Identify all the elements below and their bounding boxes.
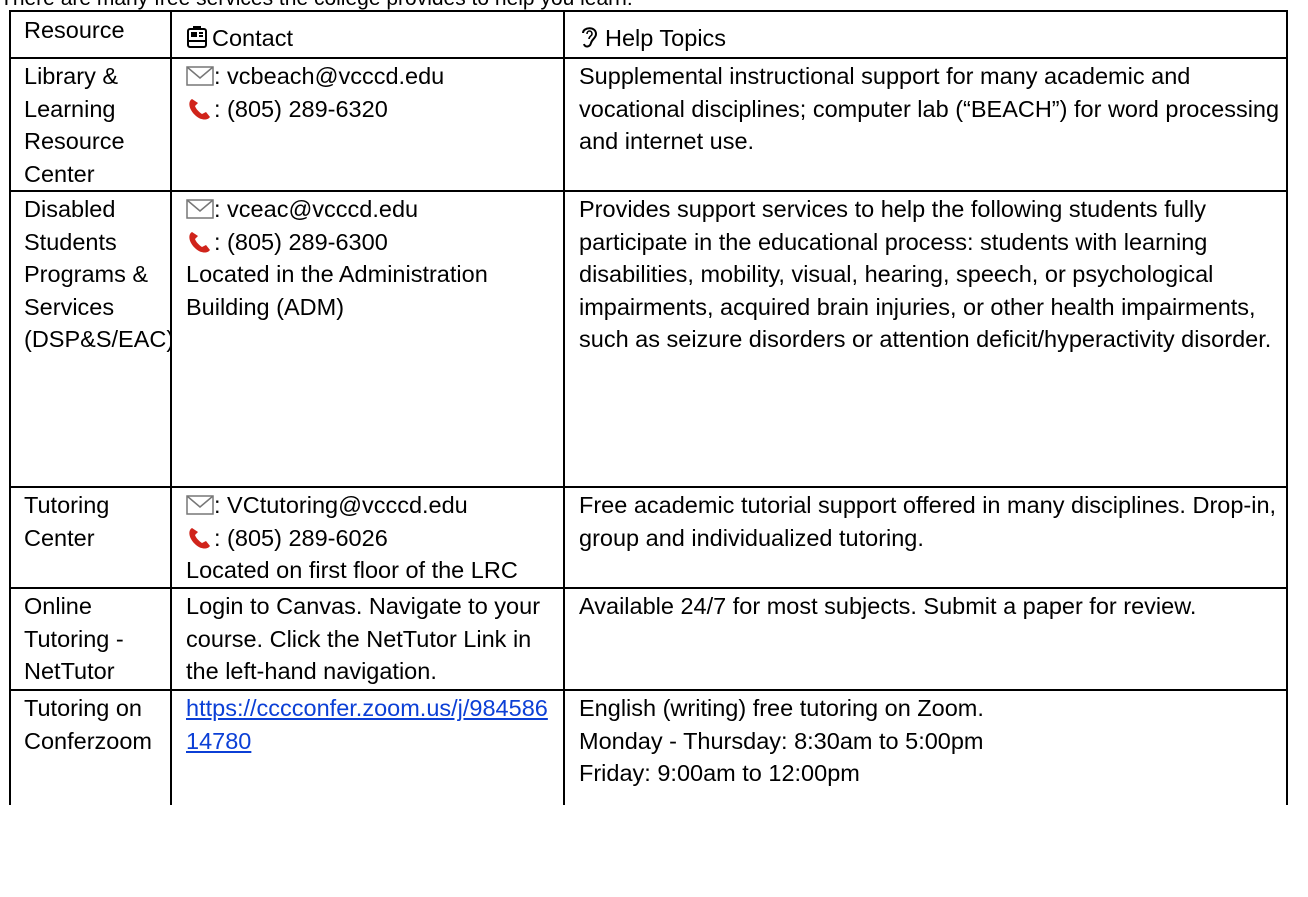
contact-cell: : vceac@vcccd.edu : (805) 289-6300 Locat…	[170, 190, 565, 488]
help-cell: English (writing) free tutoring on Zoom.…	[563, 689, 1288, 805]
resource-cell: Disabled Students Programs & Services (D…	[9, 190, 172, 488]
location-text: Located on first floor of the LRC	[186, 557, 518, 583]
contact-card-icon	[187, 26, 207, 48]
email-line: : VCtutoring@vcccd.edu	[186, 489, 559, 522]
contact-cell: Login to Canvas. Navigate to your course…	[170, 587, 565, 691]
help-line: Friday: 9:00am to 12:00pm	[579, 760, 860, 786]
phone-line: : (805) 289-6026	[186, 522, 559, 555]
phone-icon	[189, 231, 210, 252]
contact-cell: : vcbeach@vcccd.edu : (805) 289-6320	[170, 57, 565, 192]
help-line: Monday - Thursday: 8:30am to 5:00pm	[579, 727, 984, 754]
help-line: English (writing) free tutoring on Zoom.	[579, 695, 984, 721]
envelope-icon	[186, 199, 214, 219]
resources-table: Resource Contact Help Topics Library & L…	[9, 10, 1288, 805]
phone-line: : (805) 289-6320	[186, 93, 559, 126]
email-line: : vcbeach@vcccd.edu	[186, 60, 559, 93]
phone-line: : (805) 289-6300	[186, 226, 559, 259]
help-cell: Available 24/7 for most subjects. Submit…	[563, 587, 1288, 691]
resource-cell: Tutoring Center	[9, 486, 172, 589]
header-contact: Contact	[170, 10, 565, 59]
table-row: Tutoring Center : VCtutoring@vcccd.edu :…	[9, 486, 1288, 589]
contact-cell: https://cccconfer.zoom.us/j/98458614780	[170, 689, 565, 805]
resource-cell: Online Tutoring - NetTutor	[9, 587, 172, 691]
phone-icon	[189, 527, 210, 548]
table-row: Library & Learning Resource Center : vcb…	[9, 57, 1288, 192]
phone-icon	[189, 98, 210, 119]
help-cell: Free academic tutorial support offered i…	[563, 486, 1288, 589]
zoom-link[interactable]: https://cccconfer.zoom.us/j/98458614780	[186, 695, 548, 754]
table-header-row: Resource Contact Help Topics	[9, 10, 1288, 59]
header-help-topics: Help Topics	[563, 10, 1288, 59]
header-resource: Resource	[9, 10, 172, 59]
table-row: Tutoring on Conferzoom https://cccconfer…	[9, 689, 1288, 805]
contact-cell: : VCtutoring@vcccd.edu : (805) 289-6026 …	[170, 486, 565, 589]
resource-cell: Tutoring on Conferzoom	[9, 689, 172, 805]
help-cell: Provides support services to help the fo…	[563, 190, 1288, 488]
location-text: Located in the Administration Building (…	[186, 261, 488, 320]
envelope-icon	[186, 495, 214, 515]
resource-cell: Library & Learning Resource Center	[9, 57, 172, 192]
email-line: : vceac@vcccd.edu	[186, 193, 559, 226]
table-row: Online Tutoring - NetTutor Login to Canv…	[9, 587, 1288, 691]
envelope-icon	[186, 66, 214, 86]
ear-icon	[582, 27, 598, 48]
table-row: Disabled Students Programs & Services (D…	[9, 190, 1288, 488]
help-cell: Supplemental instructional support for m…	[563, 57, 1288, 192]
